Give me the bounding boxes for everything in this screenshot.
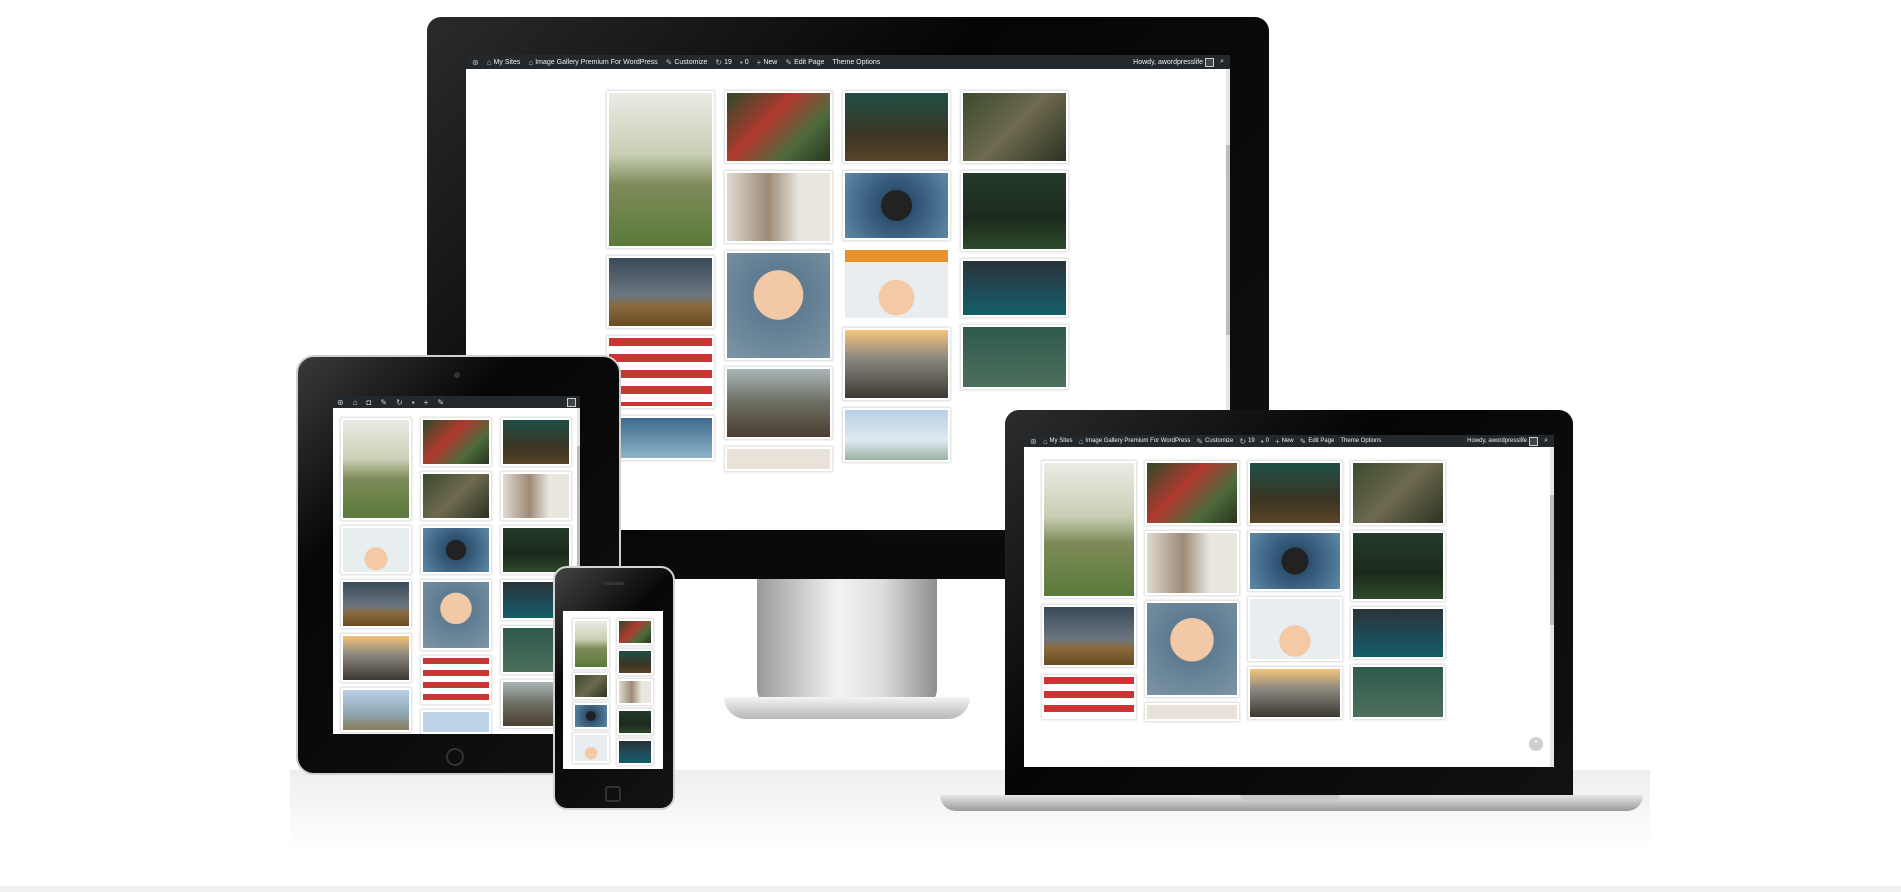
gallery-image[interactable] xyxy=(609,93,712,246)
gallery-image[interactable] xyxy=(575,621,607,667)
gallery-image[interactable] xyxy=(503,474,569,518)
gallery-image[interactable] xyxy=(619,681,651,703)
monitor-stand xyxy=(757,577,937,707)
gallery-image[interactable] xyxy=(343,636,409,680)
gallery-image[interactable] xyxy=(1044,677,1134,717)
gallery-image[interactable] xyxy=(1147,463,1237,523)
gallery-image[interactable] xyxy=(609,338,712,406)
laptop: ⊛ ⌂ My Sites ⌂ Image Gallery Premium For W… xyxy=(940,410,1643,820)
gallery-image[interactable] xyxy=(963,93,1066,161)
gallery-image[interactable] xyxy=(423,712,489,732)
gallery-image[interactable] xyxy=(609,418,712,458)
gallery-image[interactable] xyxy=(1147,533,1237,593)
gallery-image[interactable] xyxy=(963,261,1066,315)
gallery-image[interactable] xyxy=(423,528,489,572)
gallery-image[interactable] xyxy=(1147,705,1237,719)
gallery-image[interactable] xyxy=(343,528,409,572)
gallery-image[interactable] xyxy=(845,173,948,238)
gallery-image[interactable] xyxy=(845,330,948,398)
gallery-image[interactable] xyxy=(423,420,489,464)
gallery-image[interactable] xyxy=(343,690,409,730)
gallery-image[interactable] xyxy=(1353,533,1443,599)
gallery-image[interactable] xyxy=(1250,599,1340,659)
gallery-image[interactable] xyxy=(1147,603,1237,695)
scroll-top-icon[interactable]: ⌃ xyxy=(1529,737,1543,751)
gallery-image[interactable] xyxy=(1353,609,1443,657)
gallery-image[interactable] xyxy=(343,420,409,518)
gallery-image[interactable] xyxy=(963,173,1066,249)
gallery-image[interactable] xyxy=(423,658,489,702)
gallery-image[interactable] xyxy=(575,675,607,697)
tablet-home-button[interactable] xyxy=(446,748,464,766)
gallery-image[interactable] xyxy=(619,711,651,733)
image-gallery xyxy=(1024,435,1554,767)
laptop-screen: ⊛ ⌂ My Sites ⌂ Image Gallery Premium For W… xyxy=(1024,435,1554,767)
gallery-image[interactable] xyxy=(1250,463,1340,523)
gallery-image[interactable] xyxy=(1353,667,1443,717)
gallery-image[interactable] xyxy=(619,741,651,763)
gallery-image[interactable] xyxy=(1353,463,1443,523)
gallery-image[interactable] xyxy=(845,410,948,460)
scrollbar-thumb[interactable] xyxy=(577,446,580,566)
gallery-image[interactable] xyxy=(845,93,948,161)
gallery-image[interactable] xyxy=(575,735,607,761)
gallery-image[interactable] xyxy=(1044,463,1134,596)
tablet-camera xyxy=(454,372,460,378)
gallery-image[interactable] xyxy=(727,173,830,241)
smartphone xyxy=(553,566,675,810)
monitor-stand-base xyxy=(724,697,970,719)
gallery-image[interactable] xyxy=(423,474,489,518)
page-bottom-bar xyxy=(0,886,1901,892)
gallery-image[interactable] xyxy=(343,582,409,626)
gallery-image[interactable] xyxy=(619,621,651,643)
gallery-image[interactable] xyxy=(619,651,651,673)
gallery-image[interactable] xyxy=(1044,607,1134,665)
gallery-image[interactable] xyxy=(963,327,1066,387)
gallery-image[interactable] xyxy=(609,258,712,326)
gallery-image[interactable] xyxy=(575,705,607,727)
gallery-image[interactable] xyxy=(1250,669,1340,717)
laptop-notch xyxy=(1240,795,1340,801)
gallery-image[interactable] xyxy=(727,253,830,358)
gallery-image[interactable] xyxy=(423,582,489,648)
image-gallery xyxy=(563,611,663,769)
gallery-image[interactable] xyxy=(727,449,830,469)
image-gallery xyxy=(333,396,580,734)
phone-screen xyxy=(563,611,663,769)
gallery-image[interactable] xyxy=(503,420,569,464)
gallery-image[interactable] xyxy=(727,93,830,161)
gallery-image[interactable] xyxy=(727,369,830,437)
phone-home-button[interactable] xyxy=(605,786,621,802)
tablet-screen: ⊛ ⌂ ◘ ✎ ↻ ▪ + ✎ xyxy=(333,396,580,734)
gallery-image[interactable] xyxy=(1250,533,1340,589)
gallery-image[interactable] xyxy=(845,250,948,318)
phone-speaker xyxy=(604,582,624,585)
